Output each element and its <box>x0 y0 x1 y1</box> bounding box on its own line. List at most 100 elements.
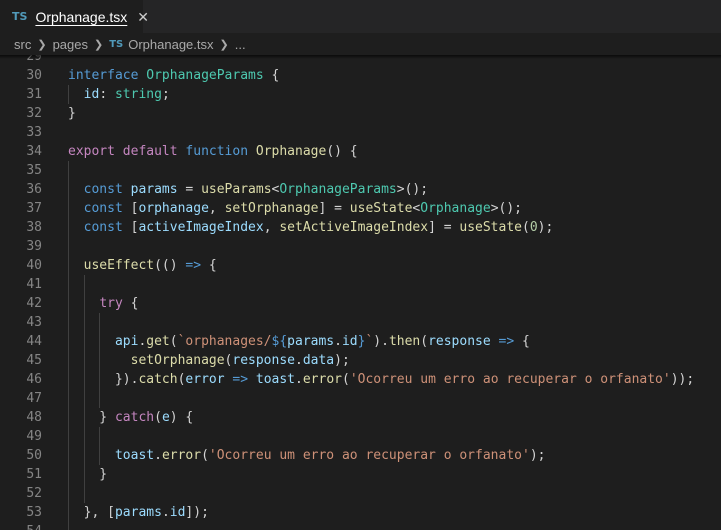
line-number: 48 <box>26 410 42 425</box>
code-token: } <box>68 467 108 482</box>
code-token: e <box>161 410 170 425</box>
breadcrumb-item-more[interactable]: ... <box>235 37 246 52</box>
code-line[interactable]: 49 <box>0 427 721 446</box>
tab-title[interactable]: Orphanage.tsx <box>35 9 127 25</box>
code-token: const <box>83 220 123 235</box>
indent-guide <box>68 484 69 503</box>
code-token: useParams <box>201 182 272 197</box>
code-token: => <box>498 334 515 349</box>
code-text: interface OrphanageParams { <box>68 66 279 85</box>
code-token: [ <box>122 220 139 235</box>
code-token: try <box>99 296 123 311</box>
code-line[interactable]: 43 <box>0 313 721 332</box>
code-text: }, [params.id]); <box>68 503 209 522</box>
close-icon[interactable]: ✕ <box>137 10 149 24</box>
code-line[interactable]: 30 interface OrphanageParams { <box>0 66 721 85</box>
code-line[interactable]: 42 try { <box>0 294 721 313</box>
code-line[interactable]: 32} <box>0 104 721 123</box>
code-text: } <box>68 465 107 484</box>
code-token: OrphanageParams <box>279 182 397 197</box>
line-number: 37 <box>26 201 42 216</box>
code-token: ( <box>522 220 530 235</box>
breadcrumb-item-src[interactable]: src <box>14 37 31 52</box>
code-line[interactable]: 50 toast.error('Ocorreu um erro ao recup… <box>0 446 721 465</box>
code-token: useState <box>459 220 522 235</box>
code-text: try { <box>68 294 138 313</box>
code-line[interactable]: 36 const params = useParams<OrphanagePar… <box>0 180 721 199</box>
code-token: ); <box>529 448 546 463</box>
code-token: response <box>428 334 491 349</box>
code-line[interactable]: 54 <box>0 522 721 530</box>
scroll-shadow <box>0 55 721 59</box>
code-line[interactable]: 31 id: string; <box>0 85 721 104</box>
line-number: 52 <box>26 486 42 501</box>
code-line[interactable]: 52 <box>0 484 721 503</box>
code-line[interactable]: 41 <box>0 275 721 294</box>
code-token: error <box>302 372 342 387</box>
code-token: ( <box>154 410 162 425</box>
code-line[interactable]: 37 const [orphanage, setOrphanage] = use… <box>0 199 721 218</box>
code-line[interactable]: 40 useEffect(() => { <box>0 256 721 275</box>
code-text: api.get(`orphanages/${params.id}`).then(… <box>68 332 530 351</box>
code-token: ( <box>420 334 429 349</box>
code-token: ]); <box>185 505 209 520</box>
code-token: ] = <box>428 220 460 235</box>
code-token: get <box>146 334 170 349</box>
code-line[interactable]: 45 setOrphanage(response.data); <box>0 351 721 370</box>
code-token: useEffect <box>83 258 155 273</box>
indent-guide <box>83 389 85 408</box>
code-token: >(); <box>490 201 523 216</box>
code-token: setOrphanage <box>224 201 319 216</box>
code-line[interactable]: 38 const [activeImageIndex, setActiveIma… <box>0 218 721 237</box>
code-line[interactable]: 48 } catch(e) { <box>0 408 721 427</box>
line-number: 38 <box>26 220 42 235</box>
code-token: 0 <box>529 220 538 235</box>
line-number: 45 <box>26 353 42 368</box>
line-number: 42 <box>26 296 42 311</box>
code-token: . <box>334 334 342 349</box>
code-line[interactable]: 35 <box>0 161 721 180</box>
indent-guide <box>68 275 69 294</box>
code-token: { <box>201 258 217 273</box>
code-line[interactable]: 39 <box>0 237 721 256</box>
code-token: api <box>114 334 139 349</box>
code-text: useEffect(() => { <box>68 256 217 275</box>
code-token: data <box>302 353 335 368</box>
indent-guide <box>68 313 69 332</box>
code-editor[interactable]: 29 30 interface OrphanageParams {31 id: st… <box>0 55 721 530</box>
code-token: >(); <box>396 182 429 197</box>
code-line[interactable]: 53 }, [params.id]); <box>0 503 721 522</box>
code-line[interactable]: 51 } <box>0 465 721 484</box>
code-token: setActiveImageIndex <box>279 220 429 235</box>
code-token: { <box>122 296 139 311</box>
breadcrumb-item-file[interactable]: Orphanage.tsx <box>128 37 213 52</box>
line-number: 35 <box>26 163 42 178</box>
code-token: 'Ocorreu um erro ao recuperar o orfanato… <box>349 372 671 387</box>
line-number: 53 <box>26 505 42 520</box>
code-token: string <box>114 87 162 102</box>
breadcrumb-item-pages[interactable]: pages <box>53 37 88 52</box>
code-line[interactable]: 33 <box>0 123 721 142</box>
code-token: [ <box>122 201 139 216</box>
code-token: `orphanages/ <box>177 334 272 349</box>
code-token: ] = <box>318 201 350 216</box>
code-token: activeImageIndex <box>138 220 264 235</box>
code-line[interactable]: 46 }).catch(error => toast.error('Ocorre… <box>0 370 721 389</box>
code-line[interactable]: 34 export default function Orphanage() { <box>0 142 721 161</box>
code-token: = <box>177 182 202 197</box>
code-token: )); <box>670 372 695 387</box>
code-token: interface <box>68 68 139 83</box>
code-token: orphanage <box>138 201 209 216</box>
code-token: ) { <box>169 410 194 425</box>
code-line[interactable]: 47 <box>0 389 721 408</box>
tab-orphanage[interactable]: TS Orphanage.tsx ✕ <box>0 0 149 33</box>
code-line[interactable]: 44 api.get(`orphanages/${params.id}`).th… <box>0 332 721 351</box>
